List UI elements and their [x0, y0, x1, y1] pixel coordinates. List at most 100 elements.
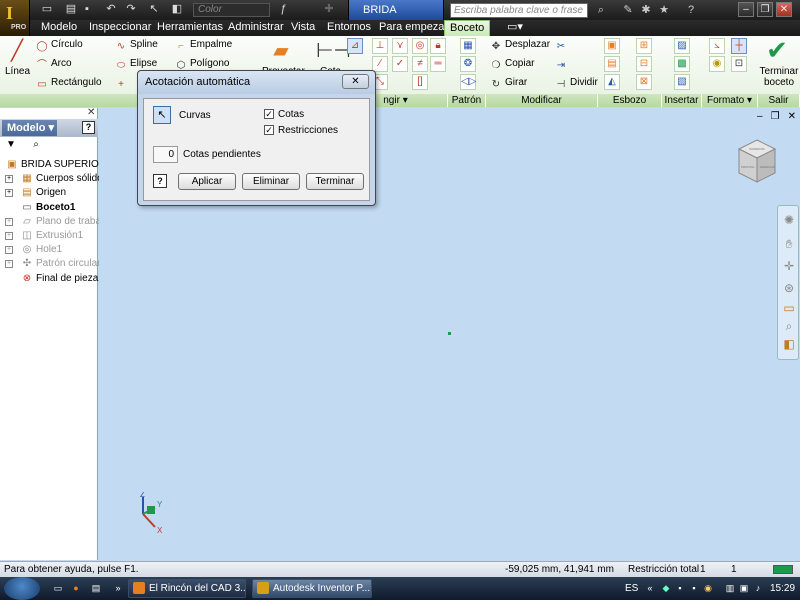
browser-help-icon[interactable]: ? [82, 121, 95, 134]
insert-points-icon[interactable]: ▩ [674, 56, 690, 72]
volume-icon[interactable]: ♪ [752, 582, 764, 594]
tree-item[interactable]: ▣ BRIDA SUPERIOR.ip [0, 158, 116, 172]
delete-button[interactable]: Eliminar [242, 173, 300, 190]
zoom-window-icon[interactable]: ⌕ [781, 318, 797, 334]
block-icon[interactable]: ▤ [604, 56, 620, 72]
tree-expand-icon[interactable]: + [5, 260, 13, 269]
zoom-icon[interactable]: ✛ [781, 258, 797, 274]
perpendicular-icon[interactable]: ⊥ [372, 38, 388, 54]
look-at-icon[interactable]: ▭ [781, 300, 797, 316]
tree-item[interactable]: + ▤ Origen [0, 186, 98, 200]
start-button[interactable] [4, 577, 40, 600]
network-icon[interactable]: ▥ [724, 582, 736, 594]
tab-boceto[interactable]: Boceto [444, 20, 491, 36]
browser-close-icon[interactable]: ✕ [87, 108, 97, 118]
tree-expand-icon[interactable]: + [5, 217, 13, 226]
tray-app-icon-2[interactable]: ▪ [674, 582, 686, 594]
tree-item[interactable]: + ▱ Plano de trabajo [0, 215, 109, 229]
fillet-button[interactable]: ⌐ Empalme [175, 39, 232, 53]
orbit-icon[interactable]: ⊛ [781, 280, 797, 296]
rotate-button[interactable]: ↻ Girar [490, 77, 527, 91]
wheel-icon[interactable]: ✺ [781, 212, 797, 228]
assembly-icon[interactable]: ⊠ [636, 74, 652, 90]
tree-item[interactable]: + ✣ Patrón circular1 [0, 257, 106, 271]
finish-button[interactable]: Terminar [306, 173, 364, 190]
smooth-icon[interactable]: ✓ [392, 56, 408, 72]
line-icon[interactable]: ╱ [4, 38, 30, 64]
construction-icon[interactable]: ⦣ [709, 38, 725, 54]
task-button-inventor[interactable]: Autodesk Inventor P... [252, 579, 372, 598]
tab-herramientas[interactable]: Herramientas [152, 20, 228, 36]
minimize-button[interactable]: – [738, 2, 754, 17]
driven-dimension-icon[interactable]: ⊡ [731, 56, 747, 72]
finish-sketch-button[interactable]: Terminar boceto [758, 66, 800, 88]
browser-title-dropdown[interactable]: Modelo ▾ [2, 120, 57, 136]
symmetric-icon[interactable]: [] [412, 74, 428, 90]
spline-button[interactable]: ∿ Spline [115, 39, 158, 53]
tray-app-icon-3[interactable]: ▪ [688, 582, 700, 594]
undo-icon[interactable]: ↶ [104, 3, 118, 16]
restore-button[interactable]: ❐ [757, 2, 773, 17]
extend-button[interactable]: ⇥ [555, 58, 570, 72]
sketch-block-icon[interactable]: ⊟ [636, 56, 652, 72]
auto-dimension-icon[interactable]: ⊿ [347, 38, 363, 54]
tray-chevron-icon[interactable]: « [644, 582, 656, 594]
rect-pattern-icon[interactable]: ▦ [460, 38, 476, 54]
trim-button[interactable]: ✂ [555, 39, 570, 53]
new-file-icon[interactable]: ▭ [40, 3, 54, 16]
move-button[interactable]: ✥ Desplazar [490, 39, 550, 53]
profile-icon[interactable]: ⊞ [636, 38, 652, 54]
viewport-close-icon[interactable]: ✕ [788, 111, 796, 122]
fix-icon[interactable]: 🔒︎ [430, 38, 446, 54]
viewcube[interactable]: SUPERIOR FRONTAL DERECHA [737, 138, 777, 184]
info-icon[interactable]: ✱ [638, 2, 654, 18]
firefox-quicklaunch-icon[interactable]: ● [70, 582, 82, 594]
viewport-minimize-icon[interactable]: – [757, 111, 763, 122]
tab-administrar[interactable]: Administrar [223, 20, 289, 36]
task-button-firefox[interactable]: El Rincón del CAD 3... [128, 579, 246, 598]
language-indicator[interactable]: ES [625, 577, 638, 600]
point-button[interactable]: + [115, 77, 130, 91]
ribbon-options-icon[interactable]: ▭▾ [502, 20, 528, 36]
centerline-icon[interactable]: ┼ [731, 38, 747, 54]
close-button[interactable]: ✕ [776, 2, 792, 17]
plus-icon[interactable]: ✚ [322, 3, 336, 16]
dialog-close-button[interactable]: ✕ [342, 74, 369, 89]
insert-image-icon[interactable]: ▨ [674, 38, 690, 54]
filter-icon[interactable]: ▼ [5, 139, 17, 151]
tree-item[interactable]: ⊗ Final de pieza [0, 272, 98, 286]
tray-app-icon-4[interactable]: ◉ [702, 582, 714, 594]
tree-item[interactable]: ▭ Boceto1 [0, 201, 98, 215]
drive-icon[interactable]: ◭ [604, 74, 620, 90]
project-geometry-icon[interactable]: ▰ [268, 38, 294, 64]
arc-button[interactable]: ⌒ Arco [36, 58, 72, 72]
taskbar-chevron-icon[interactable]: » [112, 582, 124, 594]
desktop-icon[interactable]: ▭ [52, 582, 64, 594]
split-button[interactable]: ⊣ Dividir [555, 77, 598, 91]
circle-button[interactable]: ◯ Círculo [36, 39, 82, 53]
apply-button[interactable]: Aplicar [178, 173, 236, 190]
constraints-checkbox[interactable]: ✓ [264, 125, 274, 135]
update-icon[interactable]: ◧ [170, 3, 184, 16]
clock[interactable]: 15:29 [770, 577, 795, 600]
sketch-point[interactable] [448, 332, 451, 335]
tree-expand-icon[interactable]: + [5, 232, 13, 240]
tab-vista[interactable]: Vista [286, 20, 320, 36]
tray-app-icon-5[interactable]: ▣ [738, 582, 750, 594]
tree-expand-icon[interactable]: + [5, 189, 13, 198]
help-icon[interactable]: ? [683, 2, 699, 18]
tab-entornos[interactable]: Entornos [322, 20, 376, 36]
layout-icon[interactable]: ▣ [604, 38, 620, 54]
panel-title-formato[interactable]: Formato ▾ [702, 94, 758, 107]
parallel-icon[interactable]: ⋎ [392, 38, 408, 54]
tangent-icon[interactable]: ∕ [372, 56, 388, 72]
insert-acad-icon[interactable]: ▧ [674, 74, 690, 90]
wrench-icon[interactable]: ✎ [620, 2, 636, 18]
viewport-restore-icon[interactable]: ❐ [771, 111, 780, 122]
view-face-icon[interactable]: ◧ [781, 336, 797, 352]
coincident-icon[interactable]: ◎ [412, 38, 428, 54]
window-switch-icon[interactable]: ▤ [90, 582, 102, 594]
mirror-icon[interactable]: ◁▷ [460, 74, 476, 90]
application-button[interactable]: I PRO [0, 0, 30, 36]
dimensions-checkbox[interactable]: ✓ [264, 109, 274, 119]
